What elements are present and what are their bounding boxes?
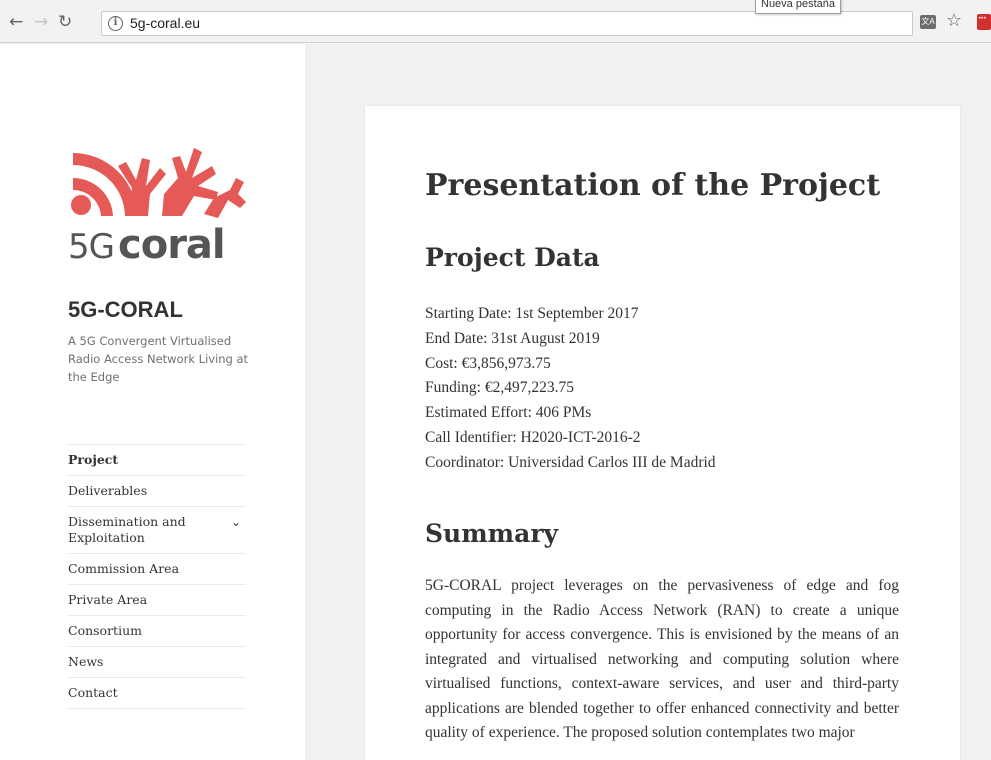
chevron-down-icon[interactable]: ⌄	[231, 514, 241, 530]
site-logo[interactable]: 5G coral	[68, 128, 246, 268]
new-tab-tooltip: Nueva pestaña	[755, 0, 841, 14]
info-icon[interactable]: i	[108, 16, 123, 31]
main-menu: Project Deliverables Dissemination and E…	[68, 444, 246, 709]
svg-text:coral: coral	[118, 222, 225, 268]
reload-icon[interactable]: ↻	[58, 14, 72, 31]
menu-item-deliverables[interactable]: Deliverables	[68, 475, 246, 506]
project-data-line: End Date: 31st August 2019	[425, 329, 600, 347]
project-data-list: Starting Date: 1st September 2017 End Da…	[425, 302, 716, 476]
menu-item-dissemination[interactable]: Dissemination and Exploitation ⌄	[68, 506, 246, 553]
menu-item-private-area[interactable]: Private Area	[68, 584, 246, 615]
translate-icon[interactable]: 文A	[920, 15, 936, 29]
menu-item-consortium[interactable]: Consortium	[68, 615, 246, 646]
article-card: Presentation of the Project Project Data…	[365, 106, 960, 760]
url-text[interactable]: 5g-coral.eu	[130, 15, 200, 31]
browser-toolbar: ← → ↻ i 5g-coral.eu Nueva pestaña 文A ☆	[0, 0, 991, 43]
menu-item-commission-area[interactable]: Commission Area	[68, 553, 246, 584]
project-data-line: Call Identifier: H2020-ICT-2016-2	[425, 428, 641, 446]
address-bar[interactable]: i 5g-coral.eu	[101, 11, 913, 36]
extension-icon[interactable]	[977, 14, 991, 30]
project-data-line: Cost: €3,856,973.75	[425, 354, 551, 372]
summary-heading: Summary	[425, 519, 559, 548]
project-data-line: Coordinator: Universidad Carlos III de M…	[425, 453, 716, 471]
logo-text: 5G	[68, 227, 114, 267]
menu-item-project[interactable]: Project	[68, 444, 246, 475]
forward-arrow-icon[interactable]: →	[34, 14, 48, 31]
project-data-line: Starting Date: 1st September 2017	[425, 305, 639, 322]
sidebar: 5G coral 5G-CORAL A 5G Convergent Virtua…	[0, 44, 305, 760]
star-icon[interactable]: ☆	[946, 11, 962, 31]
project-data-line: Estimated Effort: 406 PMs	[425, 404, 592, 422]
menu-item-news[interactable]: News	[68, 646, 246, 677]
menu-item-contact[interactable]: Contact	[68, 677, 246, 709]
site-title[interactable]: 5G-CORAL	[68, 297, 183, 323]
site-description: A 5G Convergent Virtualised Radio Access…	[68, 334, 249, 384]
project-data-heading: Project Data	[425, 243, 600, 272]
main-content: Presentation of the Project Project Data…	[305, 44, 991, 760]
summary-text: 5G-CORAL project leverages on the pervas…	[425, 577, 899, 741]
page-title: Presentation of the Project	[425, 168, 881, 203]
project-data-line: Funding: €2,497,223.75	[425, 379, 574, 397]
back-arrow-icon[interactable]: ←	[9, 14, 23, 31]
